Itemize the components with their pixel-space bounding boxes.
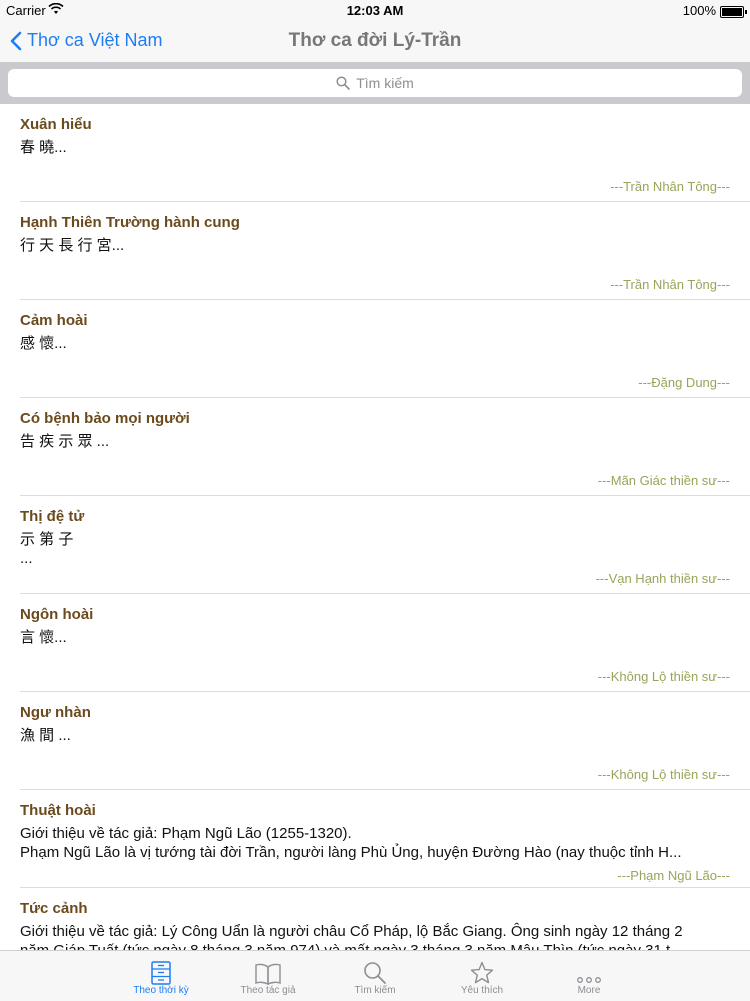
tab-more[interactable]: More (536, 951, 643, 1001)
search-icon (336, 76, 351, 90)
list-item[interactable]: Ngôn hoài 言 懷... ---Không Lộ thiền sư--- (20, 594, 750, 692)
poem-author: ---Phạm Ngũ Lão--- (617, 868, 730, 883)
tab-tim-kiem[interactable]: Tìm kiếm (322, 951, 429, 1001)
list-item[interactable]: Có bệnh bảo mọi người 告 疾 示 眾 ... ---Mãn… (20, 398, 750, 496)
poem-title: Cảm hoài (20, 312, 88, 329)
poem-preview: 告 疾 示 眾 ... (20, 433, 110, 450)
poem-preview-line: Phạm Ngũ Lão là vị tướng tài đời Trần, n… (20, 844, 682, 861)
list-item[interactable]: Tức cảnh Giới thiệu về tác giả: Lý Công … (20, 888, 750, 950)
poem-title: Thị đệ tử (20, 508, 85, 525)
poem-list: Xuân hiểu 春 曉... ---Trần Nhân Tông--- Hạ… (0, 104, 750, 950)
poem-preview-line: năm Giáp Tuất (tức ngày 8 tháng 3 năm 97… (20, 941, 730, 950)
list-item[interactable]: Ngư nhàn 漁 間 ... ---Không Lộ thiền sư--- (20, 692, 750, 790)
poem-author: ---Trần Nhân Tông--- (610, 179, 730, 194)
tab-label: Theo thời kỳ (133, 985, 189, 996)
poem-preview-line: Giới thiệu về tác giả: Lý Công Uẩn là ng… (20, 923, 683, 940)
poem-title: Ngư nhàn (20, 704, 91, 721)
navigation-bar: Thơ ca Việt Nam Thơ ca đời Lý-Trần (0, 22, 750, 62)
poem-title: Xuân hiểu (20, 116, 92, 133)
poem-preview: 春 曉... (20, 139, 67, 156)
star-icon (429, 951, 536, 985)
tab-bar: Theo thời kỳ Theo tác giả Tìm kiếm Yêu t… (0, 950, 750, 1001)
poem-title: Ngôn hoài (20, 606, 94, 623)
search-input[interactable]: Tìm kiếm (8, 69, 742, 97)
search-bar: Tìm kiếm (0, 62, 750, 104)
poem-author: ---Vạn Hạnh thiền sư--- (595, 571, 730, 586)
tab-theo-tac-gia[interactable]: Theo tác giả (215, 951, 322, 1001)
list-item[interactable]: Cảm hoài 感 懷... ---Đặng Dung--- (20, 300, 750, 398)
poem-author: ---Đặng Dung--- (638, 375, 730, 390)
list-item[interactable]: Xuân hiểu 春 曉... ---Trần Nhân Tông--- (20, 104, 750, 202)
tab-label: Theo tác giả (240, 985, 296, 996)
poem-author: ---Trần Nhân Tông--- (610, 277, 730, 292)
tab-yeu-thich[interactable]: Yêu thích (429, 951, 536, 1001)
more-icon (536, 951, 643, 985)
poem-preview: 言 懷... (20, 629, 67, 646)
list-item[interactable]: Hạnh Thiên Trường hành cung 行 天 長 行 宮...… (20, 202, 750, 300)
tab-theo-thoi-ky[interactable]: Theo thời kỳ (108, 951, 215, 1001)
search-icon (322, 951, 429, 985)
poem-title: Tức cảnh (20, 900, 88, 917)
battery-percentage: 100% (682, 3, 716, 18)
tab-label: Yêu thích (460, 985, 504, 996)
list-item[interactable]: Thị đệ tử 示 第 子 ... ---Vạn Hạnh thiền sư… (20, 496, 750, 594)
battery-icon (720, 6, 747, 18)
clock: 12:03 AM (346, 3, 404, 18)
poem-preview: 感 懷... (20, 335, 67, 352)
poem-author: ---Mãn Giác thiền sư--- (597, 473, 730, 488)
list-item[interactable]: Thuật hoài Giới thiệu về tác giả: Phạm N… (20, 790, 750, 888)
poem-title: Thuật hoài (20, 802, 96, 819)
back-button[interactable]: Thơ ca Việt Nam (10, 30, 163, 51)
cabinet-icon (108, 951, 215, 985)
poem-author: ---Không Lộ thiền sư--- (597, 767, 730, 782)
tab-label: Tìm kiếm (354, 985, 396, 996)
poem-preview: 行 天 長 行 宮... (20, 237, 125, 254)
search-placeholder: Tìm kiếm (356, 75, 414, 91)
poem-title: Có bệnh bảo mọi người (20, 410, 190, 427)
book-icon (215, 951, 322, 985)
tab-label: More (577, 985, 601, 996)
status-bar: Carrier 12:03 AM 100% (0, 0, 750, 22)
poem-preview-line: Giới thiệu về tác giả: Phạm Ngũ Lão (125… (20, 825, 352, 842)
poem-title: Hạnh Thiên Trường hành cung (20, 214, 240, 231)
poem-author: ---Không Lộ thiền sư--- (597, 669, 730, 684)
back-button-label: Thơ ca Việt Nam (27, 30, 163, 50)
poem-preview: 示 第 子 ... (20, 531, 74, 567)
chevron-left-icon (10, 31, 22, 50)
poem-preview: 漁 間 ... (20, 727, 71, 744)
